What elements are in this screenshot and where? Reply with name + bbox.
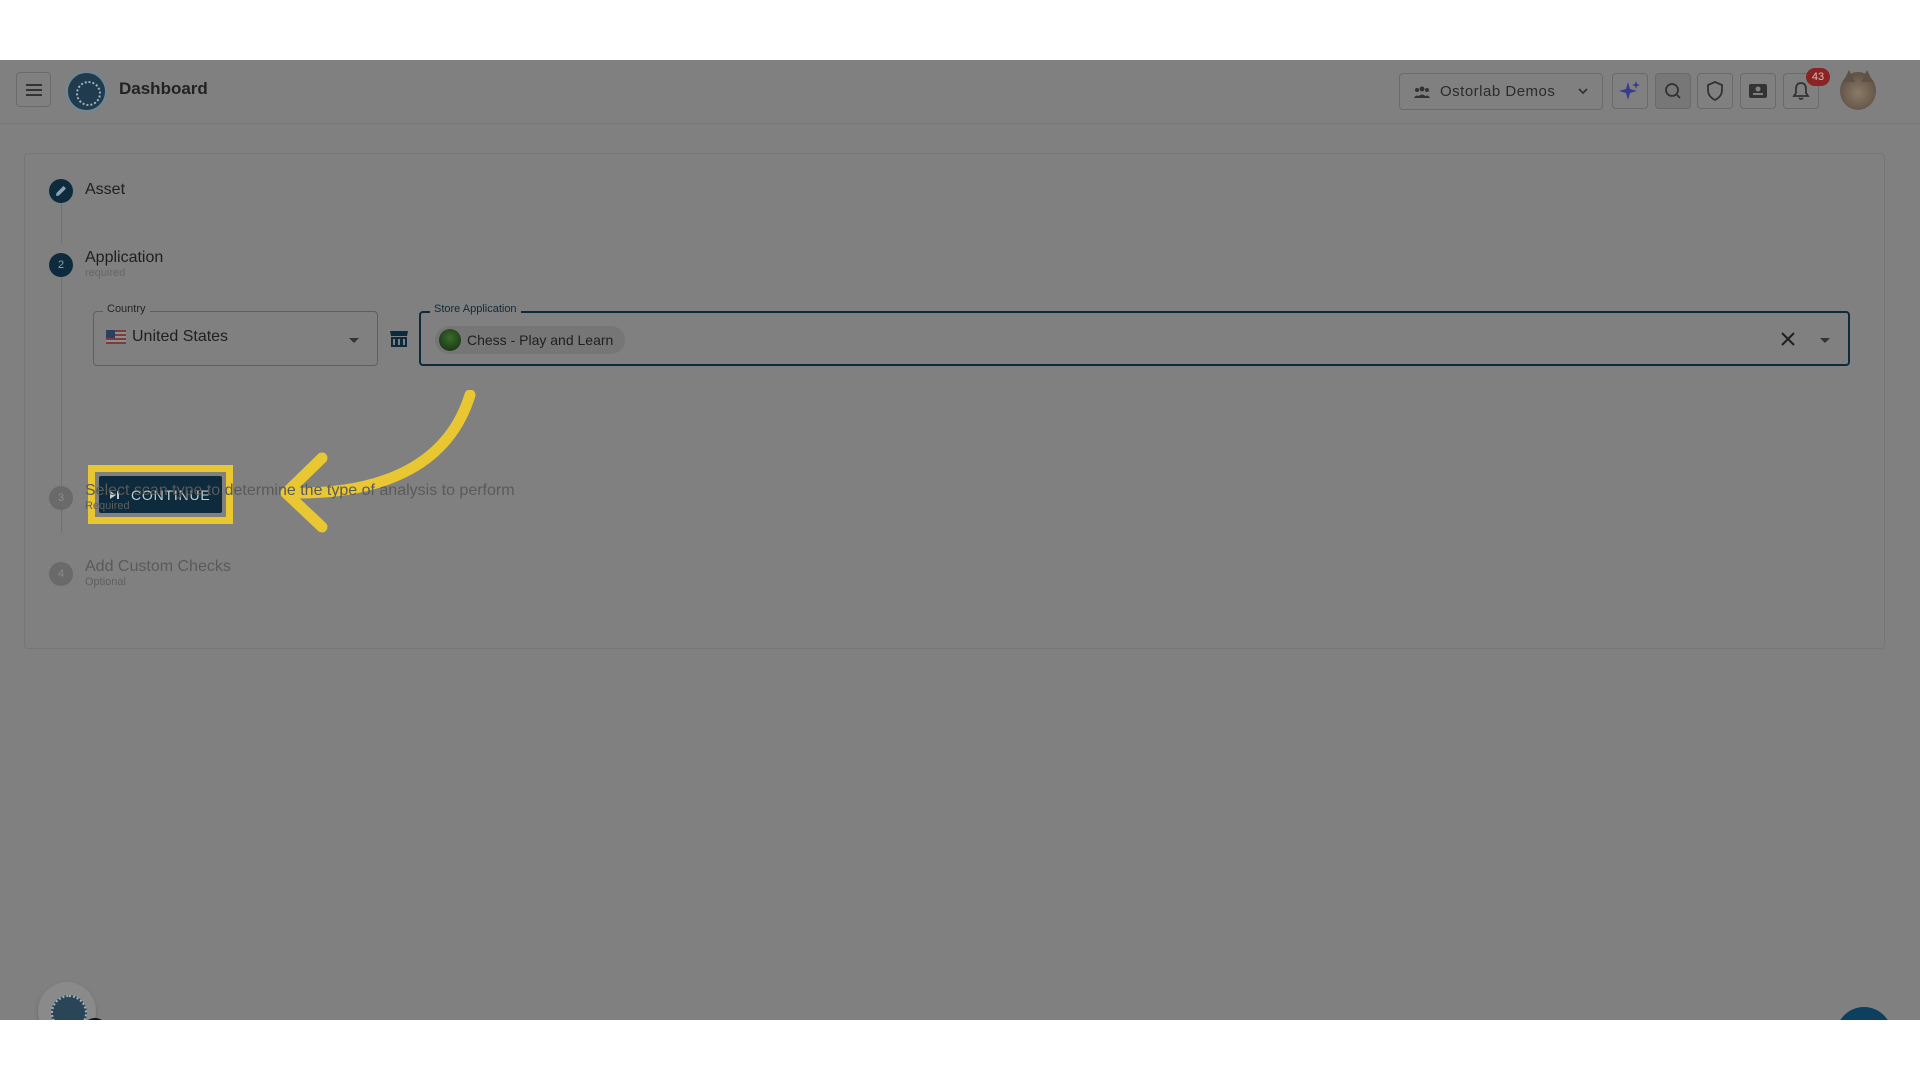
store-application-select[interactable]: Store Application Chess - Play and Learn bbox=[419, 303, 1850, 366]
step-4-title: Add Custom Checks bbox=[85, 558, 231, 575]
store-icon[interactable] bbox=[389, 330, 409, 348]
notification-count-badge: 43 bbox=[1806, 68, 1830, 86]
bell-icon bbox=[1792, 82, 1810, 100]
step-1-edit-indicator[interactable] bbox=[49, 179, 73, 203]
organization-name: Ostorlab Demos bbox=[1440, 83, 1556, 100]
page-title: Dashboard bbox=[119, 79, 208, 98]
chevron-down-icon bbox=[1578, 88, 1588, 95]
hamburger-icon bbox=[25, 83, 42, 96]
step-2-title: Application bbox=[85, 249, 164, 266]
close-icon[interactable] bbox=[1780, 331, 1796, 347]
id-card-icon bbox=[1749, 84, 1767, 98]
contacts-button[interactable] bbox=[1740, 73, 1776, 109]
step-3-title: Select scan type to determine the type o… bbox=[85, 482, 515, 499]
scan-button[interactable] bbox=[1655, 73, 1691, 109]
shield-icon bbox=[1707, 81, 1723, 101]
selected-app-name: Chess - Play and Learn bbox=[467, 332, 614, 348]
menu-button[interactable] bbox=[16, 72, 51, 107]
tutorial-arrow-icon bbox=[280, 390, 476, 533]
screen-overlay: Dashboard Ostorlab Demos 43 Asset 2 Appl… bbox=[0, 60, 1920, 1020]
dropdown-arrow-icon[interactable] bbox=[1820, 338, 1830, 343]
sparkle-icon bbox=[1619, 81, 1640, 100]
country-label: Country bbox=[103, 303, 150, 315]
step-2-number: 2 bbox=[49, 253, 73, 277]
app-icon bbox=[439, 329, 461, 351]
us-flag-icon bbox=[106, 330, 126, 344]
country-value: United States bbox=[132, 328, 229, 345]
organization-selector[interactable]: Ostorlab Demos bbox=[1399, 73, 1603, 110]
ostorlab-chat-launcher[interactable] bbox=[38, 982, 96, 1020]
user-avatar[interactable] bbox=[1840, 70, 1876, 110]
ai-assistant-button[interactable] bbox=[1612, 73, 1648, 109]
group-icon bbox=[1414, 86, 1430, 98]
pencil-icon bbox=[56, 186, 66, 196]
step-4-number: 4 bbox=[49, 562, 73, 586]
selected-app-chip[interactable]: Chess - Play and Learn bbox=[435, 326, 626, 354]
step-3-number: 3 bbox=[49, 486, 73, 510]
step-1-title[interactable]: Asset bbox=[85, 181, 125, 199]
step-4-subtitle: Optional bbox=[85, 576, 126, 588]
scan-icon bbox=[1665, 83, 1681, 99]
help-button[interactable]: ? bbox=[1836, 1007, 1892, 1020]
top-app-bar: Dashboard Ostorlab Demos 43 bbox=[0, 60, 1920, 124]
store-application-label: Store Application bbox=[430, 303, 521, 315]
step-3-subtitle: Required bbox=[85, 500, 130, 512]
dropdown-arrow-icon bbox=[349, 338, 359, 343]
ostorlab-logo[interactable] bbox=[66, 71, 107, 112]
security-button[interactable] bbox=[1697, 73, 1733, 109]
country-select[interactable]: Country United States bbox=[93, 303, 378, 366]
step-2-subtitle: required bbox=[85, 267, 126, 279]
